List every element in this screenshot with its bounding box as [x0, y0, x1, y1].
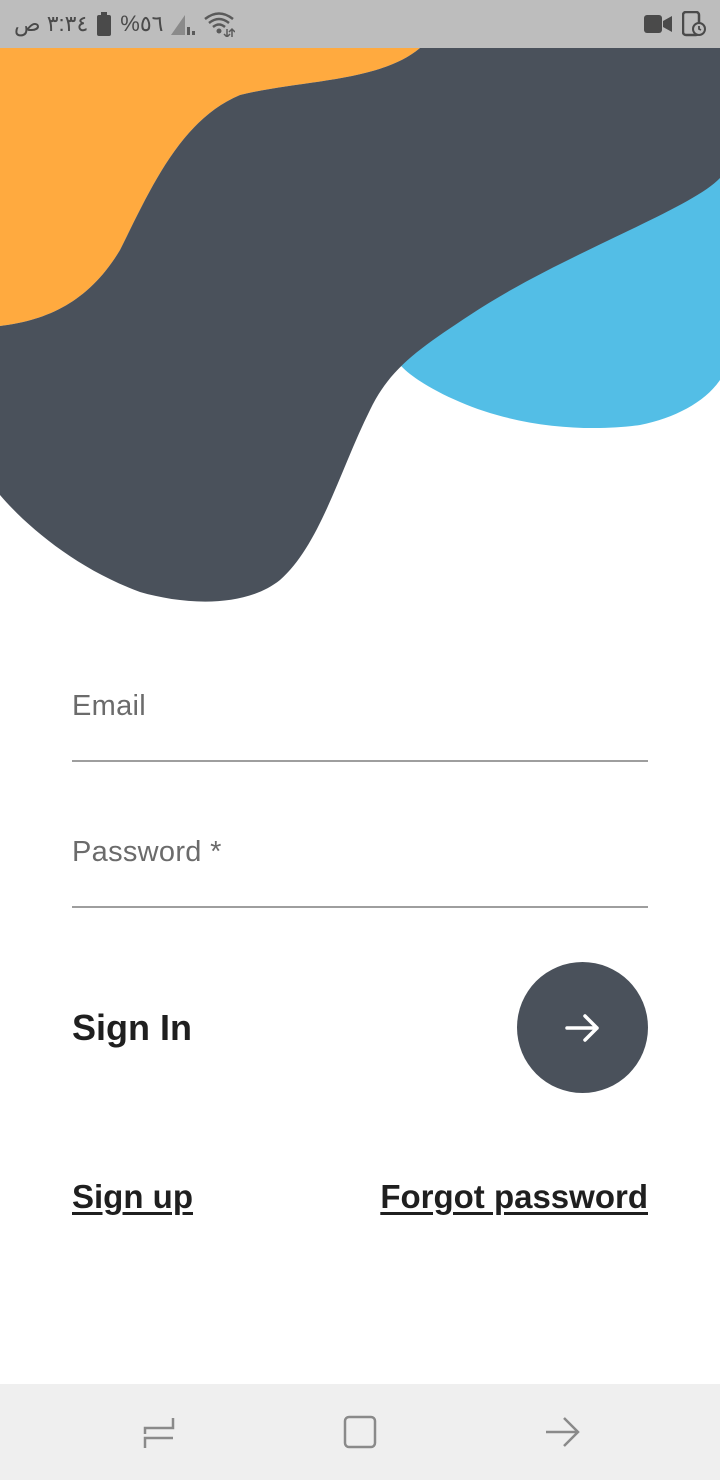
back-icon [546, 1417, 580, 1447]
email-field[interactable]: Email [72, 690, 648, 762]
forgot-password-link[interactable]: Forgot password [380, 1178, 648, 1216]
signin-title: Sign In [72, 1007, 192, 1048]
signup-link[interactable]: Sign up [72, 1178, 193, 1216]
header-blobs [0, 48, 720, 602]
status-left: ٣:٣٤ ص %٥٦ [14, 8, 236, 40]
status-time: ٣:٣٤ ص [14, 11, 89, 36]
wifi-icon [203, 11, 236, 37]
arrow-right-icon [564, 1013, 599, 1042]
password-field[interactable]: Password * [72, 836, 648, 908]
recents-button[interactable] [139, 1412, 179, 1452]
signal-icon [171, 13, 196, 35]
status-right [644, 8, 706, 40]
video-camera-icon [644, 13, 672, 35]
home-button[interactable] [340, 1412, 380, 1452]
screen-record-icon [682, 11, 706, 37]
status-bar: ٣:٣٤ ص %٥٦ [0, 0, 720, 48]
signin-button[interactable] [517, 962, 648, 1093]
navigation-bar [0, 1384, 720, 1480]
battery-percent: %٥٦ [120, 11, 164, 36]
home-icon [343, 1415, 377, 1449]
password-label: Password * [72, 836, 222, 868]
recents-icon [143, 1418, 175, 1448]
back-button[interactable] [542, 1412, 582, 1452]
battery-icon [96, 12, 112, 36]
email-label: Email [72, 690, 147, 722]
